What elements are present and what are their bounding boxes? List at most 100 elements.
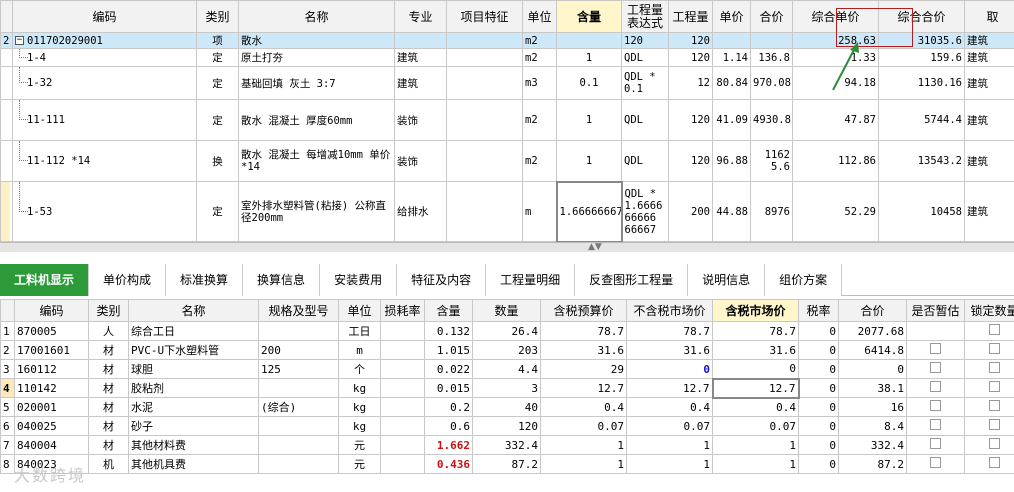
tab-conversion-info[interactable]: 换算信息 (243, 264, 321, 296)
cell-market-notax[interactable]: 0.07 (626, 416, 713, 436)
cell-price[interactable] (712, 32, 751, 49)
col-header[interactable]: 类别 (196, 0, 239, 33)
col-header[interactable]: 项目特征 (446, 0, 523, 33)
cell-amount[interactable]: 40 (472, 397, 541, 417)
cell-market-tax[interactable]: 1 (712, 435, 799, 455)
cell-tax[interactable]: 0 (798, 321, 839, 341)
cell-total[interactable]: 16 (838, 397, 907, 417)
cell-expr[interactable]: 120 (621, 32, 669, 49)
cell-qty[interactable]: 1 (556, 99, 622, 141)
lock-qty-checkbox-cell[interactable] (964, 378, 1014, 398)
cell-loss[interactable] (380, 321, 425, 341)
cell-amount[interactable]: 12 (668, 66, 713, 100)
cell-fee[interactable]: 建筑 (964, 48, 1014, 67)
cell-total[interactable]: 11625.6 (750, 140, 793, 182)
lock-qty-checkbox[interactable] (989, 362, 1000, 373)
cell-loss[interactable] (380, 397, 425, 417)
cell-budget[interactable]: 78.7 (540, 321, 627, 341)
cell-fee[interactable]: 建筑 (964, 32, 1014, 49)
table-row[interactable]: 4 110142 材胶粘剂 kg 0.015 3 12.7 12.7 12.7 0 38.1 (0, 377, 1014, 399)
cell-type[interactable]: 材 (88, 340, 129, 360)
cell-name[interactable]: PVC-U下水塑料管 (128, 340, 259, 360)
cell-qty[interactable]: 1 (556, 140, 622, 182)
cell-loss[interactable] (380, 454, 425, 474)
cell-name[interactable]: 砂子 (128, 416, 259, 436)
cell-qty[interactable] (556, 32, 622, 49)
col-header[interactable]: 取 (964, 0, 1014, 33)
cell-type[interactable]: 材 (88, 359, 129, 379)
cell-market-notax[interactable]: 78.7 (626, 321, 713, 341)
cell-unit[interactable]: m2 (522, 32, 557, 49)
cell-market-notax[interactable]: 31.6 (626, 340, 713, 360)
col-header[interactable]: 名称 (128, 299, 259, 322)
cell-spec[interactable]: 装饰 (394, 99, 447, 141)
cell-code[interactable]: 020001 (14, 397, 89, 417)
cell-spec[interactable] (258, 416, 339, 436)
cell-loss[interactable] (380, 359, 425, 379)
cell-qty[interactable]: 0.132 (424, 321, 473, 341)
table-row[interactable]: 6 040025 材砂子 kg 0.6 120 0.07 0.07 0.07 0 8.4 (0, 416, 1014, 436)
cell-name[interactable]: 散水 混凝土 每增减10mm 单价 *14 (238, 140, 395, 182)
cell-loss[interactable] (380, 378, 425, 398)
cell-qty[interactable]: 1 (556, 48, 622, 67)
lock-qty-checkbox-cell[interactable] (964, 397, 1014, 417)
cell-total[interactable]: 38.1 (838, 378, 907, 398)
cell-qty[interactable]: 0.2 (424, 397, 473, 417)
cell-code[interactable]: 11-112 *14 (12, 140, 197, 182)
cell-expr[interactable]: QDL *1.666666666 66667 (621, 181, 669, 242)
cell-name[interactable]: 基础回填 灰土 3:7 (238, 66, 395, 100)
lock-qty-checkbox-cell[interactable] (964, 435, 1014, 455)
cell-market-notax[interactable]: 0.4 (626, 397, 713, 417)
lock-qty-checkbox[interactable] (989, 324, 1000, 335)
lock-qty-checkbox-cell[interactable] (964, 416, 1014, 436)
cell-amount[interactable]: 120 (472, 416, 541, 436)
cell-amount[interactable]: 4.4 (472, 359, 541, 379)
col-header[interactable]: 类别 (88, 299, 129, 322)
col-header[interactable]: 规格及型号 (258, 299, 339, 322)
table-row[interactable]: 1 870005 人综合工日 工日 0.132 26.4 78.7 78.7 78.7 0 2077… (0, 321, 1014, 341)
lock-qty-checkbox-cell[interactable] (964, 321, 1014, 341)
tab-labor-material-machine[interactable]: 工料机显示 (0, 264, 90, 296)
cell-qty[interactable]: 0.015 (424, 378, 473, 398)
col-header[interactable]: 含税预算价 (540, 299, 627, 322)
col-header[interactable]: 单位 (338, 299, 381, 322)
cell-market-notax[interactable]: 1 (626, 454, 713, 474)
splitter[interactable]: ▲▼ (0, 242, 1014, 252)
estimate-checkbox[interactable] (930, 438, 941, 449)
cell-type[interactable]: 定 (196, 66, 239, 100)
cell-code[interactable]: 1-32 (12, 66, 197, 100)
cell-total[interactable]: 6414.8 (838, 340, 907, 360)
cell-type[interactable]: 人 (88, 321, 129, 341)
tab-description[interactable]: 说明信息 (688, 264, 766, 296)
tab-pricing-scheme[interactable]: 组价方案 (765, 264, 843, 296)
col-header[interactable]: 是否暂估 (906, 299, 965, 322)
estimate-checkbox-cell[interactable] (906, 397, 965, 417)
cell-tax[interactable]: 0 (798, 340, 839, 360)
cell-amount[interactable]: 203 (472, 340, 541, 360)
cell-comp-price[interactable]: 112.86 (792, 140, 879, 182)
col-header[interactable]: 锁定数量 (964, 299, 1014, 322)
cell-fee[interactable]: 建筑 (964, 99, 1014, 141)
cell-feature[interactable] (446, 181, 523, 242)
cell-price[interactable]: 41.09 (712, 99, 751, 141)
cell-total[interactable]: 970.08 (750, 66, 793, 100)
cell-total[interactable]: 4930.8 (750, 99, 793, 141)
lock-qty-checkbox-cell[interactable] (964, 454, 1014, 474)
col-header[interactable]: 编码 (14, 299, 89, 322)
cell-market-tax[interactable]: 78.7 (712, 321, 799, 341)
cell-comp-total[interactable]: 5744.4 (878, 99, 965, 141)
cell-spec[interactable]: 装饰 (394, 140, 447, 182)
cell-price[interactable]: 44.88 (712, 181, 751, 242)
table-row[interactable]: 2 17001601 材 PVC-U下水塑料管 200 m 1.015 203 31.6 31.6… (0, 340, 1014, 360)
cell-type[interactable]: 定 (196, 181, 239, 242)
cell-name[interactable]: 原土打夯 (238, 48, 395, 67)
cell-spec[interactable] (258, 321, 339, 341)
cell-feature[interactable] (446, 140, 523, 182)
cell-unit[interactable]: m2 (522, 48, 557, 67)
lock-qty-checkbox-cell[interactable] (964, 359, 1014, 379)
cell-spec[interactable]: 给排水 (394, 181, 447, 242)
cell-name[interactable]: 胶粘剂 (128, 378, 259, 398)
cell-unit[interactable]: m2 (522, 140, 557, 182)
cell-market-notax[interactable]: 1 (626, 435, 713, 455)
cell-type[interactable]: 定 (196, 48, 239, 67)
